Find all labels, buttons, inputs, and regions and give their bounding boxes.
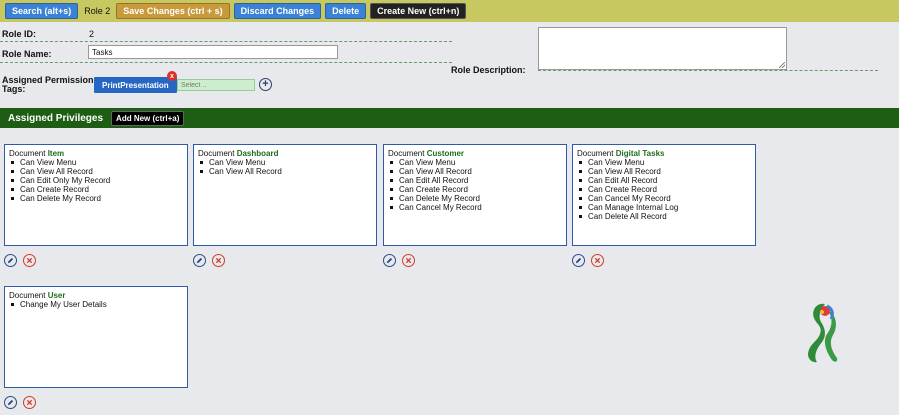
divider bbox=[0, 62, 452, 63]
role-description-label: Role Description: bbox=[451, 65, 526, 75]
privilege-card: Document User Change My User Details bbox=[4, 286, 188, 388]
privilege-item: Can Cancel My Record bbox=[388, 203, 562, 212]
toolbar: Search (alt+s) Role 2 Save Changes (ctrl… bbox=[0, 0, 899, 22]
privilege-item: Can Delete My Record bbox=[9, 194, 183, 203]
role-id-value: 2 bbox=[89, 29, 95, 39]
assigned-privileges-title: Assigned Privileges bbox=[8, 112, 104, 124]
delete-button[interactable]: Delete bbox=[325, 3, 367, 19]
role-indicator: Role 2 bbox=[84, 6, 111, 16]
privilege-item: Can Edit All Record bbox=[577, 176, 751, 185]
privilege-item: Can Create Record bbox=[388, 185, 562, 194]
pencil-icon[interactable] bbox=[4, 396, 17, 409]
document-name: Customer bbox=[426, 149, 465, 158]
document-prefix: Document bbox=[9, 149, 46, 158]
add-new-privilege-button[interactable]: Add New (ctrl+a) bbox=[111, 110, 185, 126]
assigned-privileges-bar: Assigned Privileges Add New (ctrl+a) bbox=[0, 108, 899, 128]
brand-logo-icon bbox=[808, 303, 838, 363]
divider bbox=[538, 70, 878, 71]
document-name: Digital Tasks bbox=[615, 149, 665, 158]
document-name: User bbox=[47, 291, 66, 300]
document-prefix: Document bbox=[388, 149, 425, 158]
pencil-icon[interactable] bbox=[4, 254, 17, 267]
pencil-icon[interactable] bbox=[572, 254, 585, 267]
privilege-item: Can View All Record bbox=[388, 167, 562, 176]
pencil-icon[interactable] bbox=[383, 254, 396, 267]
privilege-card-title: Document Dashboard bbox=[198, 149, 372, 158]
privilege-list: Can View Menu Can View All Record Can Edit… bbox=[9, 158, 183, 203]
privilege-list: Can View Menu Can View All Record Can Edit… bbox=[388, 158, 562, 212]
role-name-input[interactable] bbox=[88, 45, 338, 59]
privilege-item: Can Edit All Record bbox=[388, 176, 562, 185]
assigned-permission-tags-label: Assigned Permission Tags: bbox=[2, 75, 94, 94]
privilege-item: Can View All Record bbox=[9, 167, 183, 176]
privilege-item: Change My User Details bbox=[9, 300, 183, 309]
discard-changes-button[interactable]: Discard Changes bbox=[233, 3, 322, 19]
privilege-card-title: Document User bbox=[9, 291, 183, 300]
privilege-item: Can View All Record bbox=[198, 167, 372, 176]
privilege-item: Can Create Record bbox=[9, 185, 183, 194]
privilege-item: Can Delete All Record bbox=[577, 212, 751, 221]
privilege-item: Can Cancel My Record bbox=[577, 194, 751, 203]
privilege-card-title: Document Customer bbox=[388, 149, 562, 158]
document-prefix: Document bbox=[9, 291, 46, 300]
document-prefix: Document bbox=[577, 149, 614, 158]
document-name: Dashboard bbox=[236, 149, 279, 158]
privilege-card: Document Item Can View Menu Can View All R… bbox=[4, 144, 188, 246]
save-changes-button[interactable]: Save Changes (ctrl + s) bbox=[116, 3, 230, 19]
privilege-item: Can View All Record bbox=[577, 167, 751, 176]
privilege-list: Can View Menu Can View All Record bbox=[198, 158, 372, 176]
privilege-item: Can Manage Internal Log bbox=[577, 203, 751, 212]
resize-handle[interactable] bbox=[779, 62, 785, 68]
divider bbox=[0, 41, 452, 42]
role-id-label: Role ID: bbox=[2, 29, 37, 39]
permission-tag-label: PrintPresentation bbox=[102, 80, 169, 90]
close-circle-icon[interactable] bbox=[402, 254, 415, 267]
close-circle-icon[interactable] bbox=[591, 254, 604, 267]
document-name: Item bbox=[47, 149, 65, 158]
privilege-card: Document Dashboard Can View Menu Can View … bbox=[193, 144, 377, 246]
privilege-list: Can View Menu Can View All Record Can Edit… bbox=[577, 158, 751, 221]
privilege-item: Can View Menu bbox=[388, 158, 562, 167]
privilege-card-title: Document Digital Tasks bbox=[577, 149, 751, 158]
close-circle-icon[interactable] bbox=[23, 254, 36, 267]
close-circle-icon[interactable] bbox=[212, 254, 225, 267]
role-name-label: Role Name: bbox=[2, 49, 52, 59]
privilege-card: Document Customer Can View Menu Can View A… bbox=[383, 144, 567, 246]
privilege-card-title: Document Item bbox=[9, 149, 183, 158]
privilege-item: Can View Menu bbox=[198, 158, 372, 167]
search-button[interactable]: Search (alt+s) bbox=[5, 3, 79, 19]
privilege-item: Can Delete My Record bbox=[388, 194, 562, 203]
privilege-card: Document Digital Tasks Can View Menu Can V… bbox=[572, 144, 756, 246]
privilege-item: Can View Menu bbox=[9, 158, 183, 167]
privilege-list: Change My User Details bbox=[9, 300, 183, 309]
tag-remove-icon[interactable]: x bbox=[167, 71, 177, 81]
tag-select-input[interactable] bbox=[177, 79, 255, 91]
role-description-textarea[interactable] bbox=[538, 27, 787, 70]
document-prefix: Document bbox=[198, 149, 235, 158]
permission-tag[interactable]: PrintPresentation bbox=[94, 77, 177, 93]
close-circle-icon[interactable] bbox=[23, 396, 36, 409]
privilege-item: Can View Menu bbox=[577, 158, 751, 167]
add-tag-icon[interactable]: + bbox=[259, 78, 272, 91]
privilege-item: Can Edit Only My Record bbox=[9, 176, 183, 185]
pencil-icon[interactable] bbox=[193, 254, 206, 267]
privilege-item: Can Create Record bbox=[577, 185, 751, 194]
create-new-button[interactable]: Create New (ctrl+n) bbox=[370, 3, 467, 19]
